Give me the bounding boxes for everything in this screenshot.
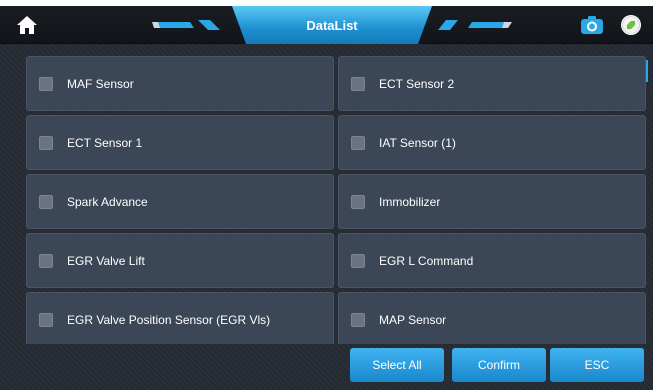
- list-item-egr-l-command[interactable]: EGR L Command: [338, 233, 646, 288]
- camera-icon: [581, 16, 603, 34]
- checkbox[interactable]: [351, 135, 365, 150]
- confirm-button[interactable]: Confirm: [452, 348, 546, 382]
- item-label: ECT Sensor 2: [379, 76, 455, 91]
- list-item-map-sensor[interactable]: MAP Sensor: [338, 292, 646, 344]
- item-label: Spark Advance: [67, 194, 148, 209]
- item-label: EGR Valve Position Sensor (EGR Vls): [67, 312, 271, 327]
- checkbox[interactable]: [351, 253, 365, 268]
- list-item-spark-advance[interactable]: Spark Advance: [26, 174, 334, 229]
- app-window: DataList MAF Sensor ECT Sensor 2 ECT Sen…: [0, 6, 653, 390]
- item-label: MAP Sensor: [379, 312, 447, 327]
- checkbox[interactable]: [351, 194, 365, 209]
- checkbox[interactable]: [39, 253, 53, 268]
- item-label: MAF Sensor: [67, 76, 134, 91]
- select-all-button[interactable]: Select All: [350, 348, 444, 382]
- footer-bar: Select All Confirm ESC: [0, 344, 653, 390]
- link-icon: [621, 15, 641, 35]
- checkbox[interactable]: [351, 312, 365, 327]
- item-label: IAT Sensor (1): [379, 135, 456, 150]
- link-button[interactable]: [620, 14, 642, 36]
- screenshot-button[interactable]: [580, 14, 604, 36]
- list-item-iat-sensor-1[interactable]: IAT Sensor (1): [338, 115, 646, 170]
- item-label: ECT Sensor 1: [67, 135, 143, 150]
- list-item-egr-valve-lift[interactable]: EGR Valve Lift: [26, 233, 334, 288]
- item-label: EGR L Command: [379, 253, 474, 268]
- page-title: DataList: [232, 6, 432, 44]
- header-bar: DataList: [0, 6, 653, 44]
- scrollbar[interactable]: [646, 60, 648, 82]
- checkbox[interactable]: [39, 76, 53, 91]
- item-label: EGR Valve Lift: [67, 253, 145, 268]
- right-decoration: [438, 20, 512, 30]
- checkbox[interactable]: [351, 76, 365, 91]
- item-label: Immobilizer: [379, 194, 441, 209]
- left-decoration: [152, 20, 220, 30]
- list-item-maf-sensor[interactable]: MAF Sensor: [26, 56, 334, 111]
- data-list-grid: MAF Sensor ECT Sensor 2 ECT Sensor 1 IAT…: [26, 56, 646, 344]
- home-icon: [17, 16, 37, 34]
- list-item-ect-sensor-2[interactable]: ECT Sensor 2: [338, 56, 646, 111]
- home-button[interactable]: [14, 12, 40, 38]
- checkbox[interactable]: [39, 135, 53, 150]
- list-item-egr-valve-position-sensor[interactable]: EGR Valve Position Sensor (EGR Vls): [26, 292, 334, 344]
- checkbox[interactable]: [39, 312, 53, 327]
- esc-button[interactable]: ESC: [550, 348, 644, 382]
- list-item-immobilizer[interactable]: Immobilizer: [338, 174, 646, 229]
- list-item-ect-sensor-1[interactable]: ECT Sensor 1: [26, 115, 334, 170]
- checkbox[interactable]: [39, 194, 53, 209]
